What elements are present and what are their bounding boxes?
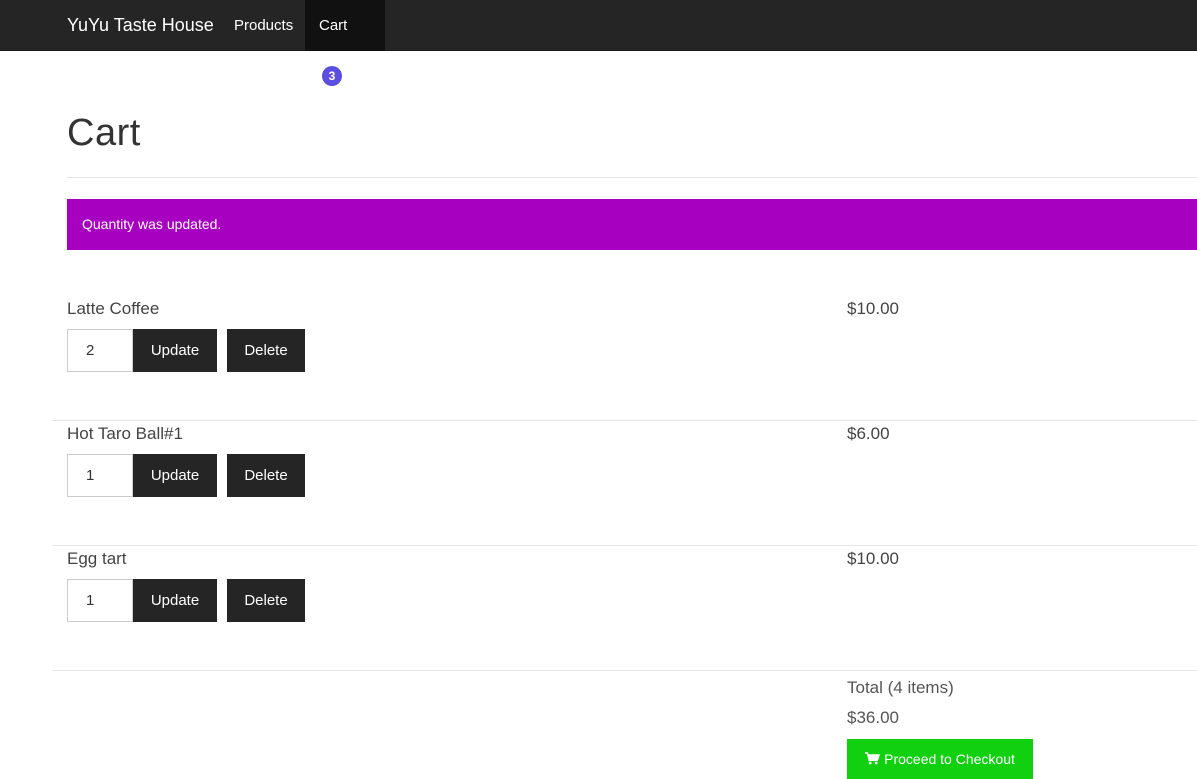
quantity-input[interactable]: [67, 579, 133, 622]
update-button[interactable]: Update: [133, 329, 217, 372]
nav-cart-link[interactable]: Cart 3: [305, 0, 385, 86]
quantity-input[interactable]: [67, 329, 133, 372]
total-amount: $36.00: [847, 708, 899, 727]
cart-item: Latte Coffee $10.00 Update Delete: [52, 296, 1197, 421]
cart-count-badge: 3: [322, 65, 342, 86]
item-name: Hot Taro Ball#1: [67, 424, 183, 443]
page-title: Cart: [67, 112, 141, 154]
nav-cart-label: Cart: [319, 17, 348, 34]
cart-item: Egg tart $10.00 Update Delete: [52, 546, 1197, 671]
top-navbar: YuYu Taste House Products Cart 3: [0, 0, 1197, 86]
delete-button[interactable]: Delete: [227, 579, 305, 622]
total-label: Total (4 items): [847, 678, 954, 697]
item-name: Egg tart: [67, 549, 127, 568]
item-price: $10.00: [847, 299, 899, 318]
quantity-input[interactable]: [67, 454, 133, 497]
item-price: $6.00: [847, 424, 890, 443]
checkout-label: Proceed to Checkout: [884, 751, 1015, 767]
cart-item: Hot Taro Ball#1 $6.00 Update Delete: [52, 421, 1197, 546]
shopping-cart-icon: [865, 752, 880, 765]
update-button[interactable]: Update: [133, 579, 217, 622]
title-divider: [67, 177, 1197, 178]
update-button[interactable]: Update: [133, 454, 217, 497]
delete-button[interactable]: Delete: [227, 329, 305, 372]
nav-products-link[interactable]: Products: [220, 0, 307, 51]
item-name: Latte Coffee: [67, 299, 160, 318]
quantity-updated-alert: Quantity was updated.: [67, 199, 1197, 250]
proceed-to-checkout-button[interactable]: Proceed to Checkout: [847, 739, 1033, 779]
item-price: $10.00: [847, 549, 899, 568]
brand-link[interactable]: YuYu Taste House: [67, 0, 214, 51]
delete-button[interactable]: Delete: [227, 454, 305, 497]
